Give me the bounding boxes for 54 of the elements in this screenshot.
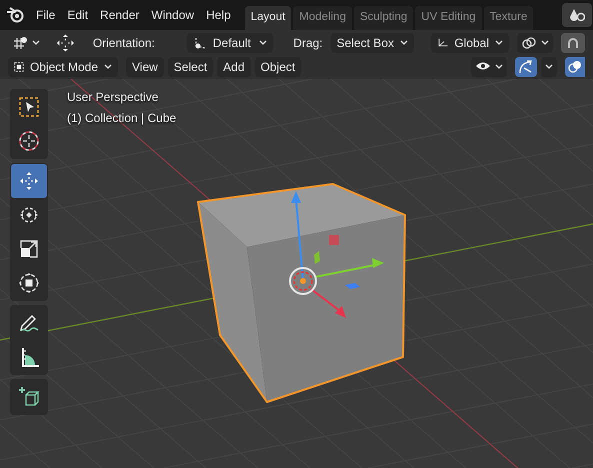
menu-item[interactable]: Render: [100, 6, 140, 24]
viewport-menu[interactable]: Object: [254, 56, 302, 76]
chevron-icon: [400, 40, 408, 46]
shapes-icon: [569, 8, 585, 22]
overlay-toggle[interactable]: [565, 56, 585, 76]
viewport-info-text: User Perspective: [67, 89, 160, 106]
chevron-icon: [104, 64, 112, 70]
workspace-tab[interactable]: Layout: [244, 6, 292, 30]
pivot-dropdown[interactable]: [517, 33, 553, 53]
viewport-menu[interactable]: Add: [217, 56, 251, 76]
dropdown[interactable]: Default: [186, 33, 274, 53]
menu-item[interactable]: Help: [206, 6, 231, 24]
move-icon[interactable]: [56, 33, 75, 53]
transform-icon: [18, 272, 40, 294]
cursor-icon: [18, 130, 40, 152]
chevron-icon: [495, 64, 503, 70]
overlay-icon: [568, 60, 582, 74]
workspace-tab[interactable]: Modeling: [293, 6, 352, 30]
workspace-tab[interactable]: Texture: [484, 6, 534, 30]
visibility-dropdown[interactable]: [471, 56, 507, 76]
workspace-tab[interactable]: UV Editing: [415, 6, 482, 30]
chevron-icon: [495, 40, 503, 46]
chevron-icon: [545, 64, 553, 70]
gizmo-icon: [518, 60, 534, 74]
workspace-tab[interactable]: Sculpting: [354, 6, 414, 30]
select-box-icon: [18, 96, 40, 118]
link-icon: [521, 36, 537, 50]
app-logo-icon[interactable]: [6, 7, 24, 23]
menu-item[interactable]: Edit: [67, 6, 88, 24]
add-cube-icon: [18, 386, 40, 408]
object-mode-icon: [14, 60, 24, 74]
magnet-icon: [566, 36, 580, 50]
orientation-icon: [192, 36, 207, 50]
viewport-menu[interactable]: Select: [168, 56, 214, 76]
viewport-info-text: (1) Collection | Cube: [67, 110, 176, 127]
gizmo-dropdown[interactable]: [541, 56, 557, 76]
orientation-label: Orientation:: [92, 35, 155, 52]
menu-item[interactable]: File: [36, 6, 56, 24]
chevron-icon: [32, 40, 40, 46]
viewport-menu[interactable]: View: [126, 56, 164, 76]
drag-label: Drag:: [293, 35, 323, 52]
grid-snap-icon: [12, 36, 28, 50]
move-icon: [18, 170, 40, 192]
snap-toggle[interactable]: [561, 33, 585, 53]
scale-icon: [18, 238, 40, 260]
menu-item[interactable]: Window: [151, 6, 194, 24]
dropdown[interactable]: Object Mode: [8, 56, 118, 76]
chevron-icon: [541, 40, 549, 46]
chevron-icon: [259, 40, 268, 46]
dropdown[interactable]: Global: [431, 33, 509, 53]
cube-drawing[interactable]: [197, 183, 406, 403]
gizmo-toggle[interactable]: [515, 56, 537, 76]
dropdown[interactable]: Select Box: [330, 33, 414, 53]
scene-selector-button[interactable]: [562, 3, 592, 27]
